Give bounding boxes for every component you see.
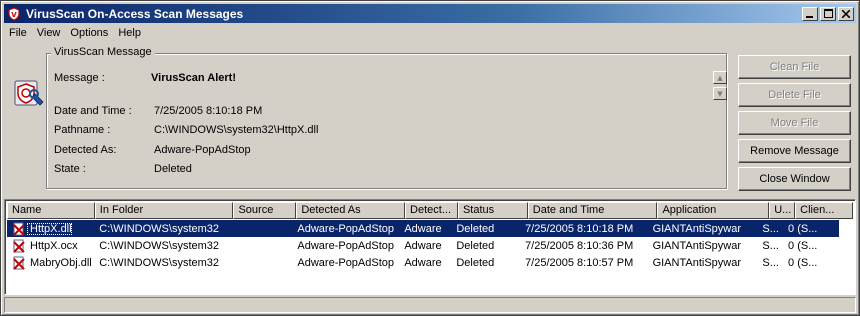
- deleted-file-icon: [11, 255, 27, 271]
- row-cell-name: HttpX.ocx: [7, 238, 93, 254]
- row-cell-client: 0 (S...: [788, 256, 818, 269]
- remove-message-button[interactable]: Remove Message: [738, 139, 851, 163]
- column-source[interactable]: Source: [233, 202, 297, 219]
- message-groupbox: [46, 53, 727, 189]
- row-cell-date-and-time: 7/25/2005 8:10:36 PM: [525, 239, 634, 252]
- row-cell-application: GIANTAntiSpywar: [652, 256, 741, 269]
- detected-as-label: Detected As:: [54, 144, 117, 156]
- row-cell-detected-as: Adware-PopAdStop: [297, 256, 395, 269]
- menu-bar: File View Options Help: [4, 24, 146, 42]
- deleted-file-icon: [11, 221, 27, 237]
- row-cell-application: GIANTAntiSpywar: [652, 239, 741, 252]
- row-cell-in-folder: C:\WINDOWS\system32: [99, 222, 220, 235]
- row-cell-detection-type: Adware: [404, 256, 442, 269]
- row-cell-in-folder: C:\WINDOWS\system32: [99, 239, 220, 252]
- row-cell-user: S...: [762, 222, 779, 235]
- minimize-button[interactable]: [802, 6, 818, 21]
- row-cell-date-and-time: 7/25/2005 8:10:57 PM: [525, 256, 634, 269]
- column-client[interactable]: Clien...: [795, 202, 854, 219]
- row-cell-date-and-time: 7/25/2005 8:10:18 PM: [525, 222, 634, 235]
- app-window: V VirusScan On-Access Scan Messages File…: [0, 0, 860, 316]
- row-cell-status: Deleted: [456, 222, 495, 235]
- row-cell-name: HttpX.dll: [7, 221, 93, 237]
- maximize-button[interactable]: [820, 6, 836, 21]
- row-cell-detection-type: Adware: [404, 239, 442, 252]
- column-application[interactable]: Application: [657, 202, 770, 219]
- table-row[interactable]: HttpX.ocx C:\WINDOWS\system32 Adware-PopAd…: [7, 237, 839, 254]
- row-cell-client: 0 (S...: [788, 239, 818, 252]
- menu-view[interactable]: View: [32, 27, 66, 39]
- virusscan-shield-icon: [12, 76, 46, 110]
- list-header: Name In Folder Source Detected As Detect…: [7, 202, 854, 219]
- message-label: Message :: [54, 72, 105, 84]
- table-row[interactable]: MabryObj.dll C:\WINDOWS\system32 Adware-Po…: [7, 254, 839, 271]
- pathname-value: C:\WINDOWS\system32\HttpX.dll: [154, 124, 319, 136]
- state-label: State :: [54, 163, 86, 175]
- window-title: VirusScan On-Access Scan Messages: [26, 6, 244, 21]
- detected-as-value: Adware-PopAdStop: [154, 144, 251, 156]
- pathname-label: Pathname :: [54, 124, 111, 136]
- column-detected-as[interactable]: Detected As: [296, 202, 406, 219]
- scroll-up-icon[interactable]: ▲: [713, 71, 727, 84]
- message-value: VirusScan Alert!: [151, 72, 236, 84]
- row-file-name: HttpX.dll: [27, 222, 72, 235]
- svg-text:V: V: [11, 11, 17, 19]
- close-window-button[interactable]: Close Window: [738, 167, 851, 191]
- clean-file-button[interactable]: Clean File: [738, 55, 851, 79]
- row-cell-user: S...: [762, 239, 779, 252]
- menu-file[interactable]: File: [4, 27, 32, 39]
- title-bar[interactable]: V VirusScan On-Access Scan Messages: [4, 4, 856, 23]
- column-status[interactable]: Status: [457, 202, 528, 219]
- close-button[interactable]: [838, 6, 854, 21]
- deleted-file-icon: [11, 238, 27, 254]
- row-cell-detection-type: Adware: [404, 222, 442, 235]
- row-cell-detected-as: Adware-PopAdStop: [297, 222, 395, 235]
- row-cell-status: Deleted: [456, 239, 495, 252]
- row-cell-name: MabryObj.dll: [7, 255, 93, 271]
- menu-help[interactable]: Help: [113, 27, 146, 39]
- row-file-name: MabryObj.dll: [30, 256, 92, 269]
- datetime-value: 7/25/2005 8:10:18 PM: [154, 105, 263, 117]
- scroll-down-icon[interactable]: ▼: [713, 87, 727, 100]
- table-row[interactable]: HttpX.dll C:\WINDOWS\system32 Adware-PopAd…: [7, 220, 839, 237]
- status-bar: [4, 297, 856, 313]
- delete-file-button[interactable]: Delete File: [738, 83, 851, 107]
- move-file-button[interactable]: Move File: [738, 111, 851, 135]
- column-user[interactable]: U...: [769, 202, 796, 219]
- row-cell-application: GIANTAntiSpywar: [652, 222, 741, 235]
- row-file-name: HttpX.ocx: [30, 239, 78, 252]
- row-cell-client: 0 (S...: [788, 222, 818, 235]
- column-date-and-time[interactable]: Date and Time: [527, 202, 658, 219]
- virusscan-app-icon: V: [6, 6, 22, 22]
- row-cell-in-folder: C:\WINDOWS\system32: [99, 256, 220, 269]
- column-detection-type[interactable]: Detect...: [405, 202, 458, 219]
- row-cell-detected-as: Adware-PopAdStop: [297, 239, 395, 252]
- messages-list[interactable]: Name In Folder Source Detected As Detect…: [4, 199, 856, 295]
- column-in-folder[interactable]: In Folder: [94, 202, 234, 219]
- row-cell-status: Deleted: [456, 256, 495, 269]
- groupbox-legend: VirusScan Message: [51, 46, 155, 58]
- row-cell-user: S...: [762, 256, 779, 269]
- datetime-label: Date and Time :: [54, 105, 132, 117]
- column-name[interactable]: Name: [7, 202, 95, 219]
- state-value: Deleted: [154, 163, 192, 175]
- menu-options[interactable]: Options: [65, 27, 113, 39]
